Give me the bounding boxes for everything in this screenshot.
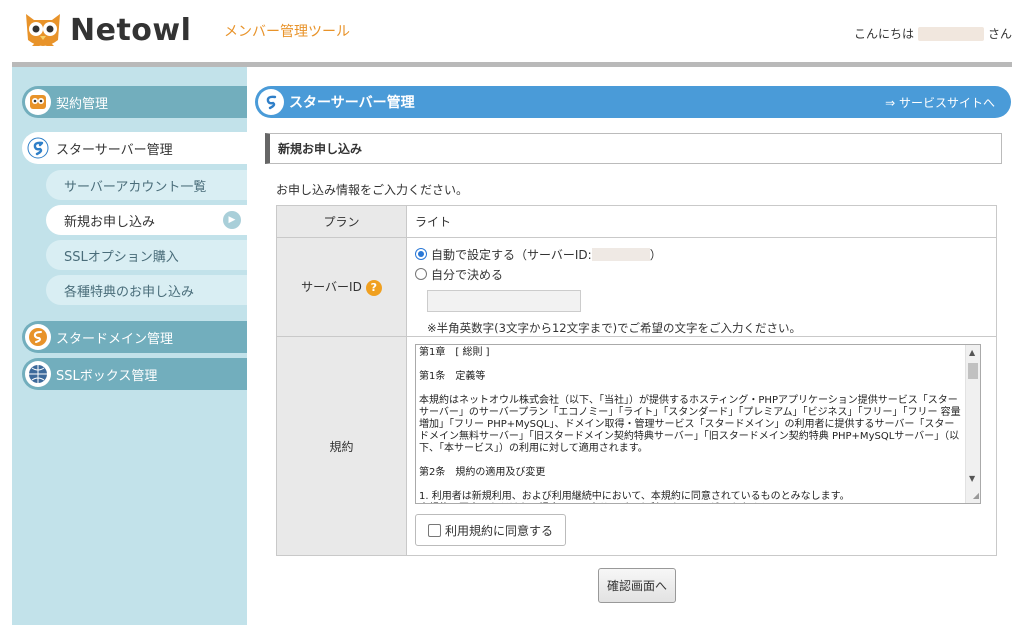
radio-auto-option[interactable]: 自動で設定する（サーバーID: ） — [415, 244, 988, 264]
arrow-right-icon: ▶ — [223, 211, 241, 229]
application-form: プラン ライト サーバーID? 自動で設定する（サーバーID: ） 自分で決める… — [276, 205, 997, 556]
server-id-cell: 自動で設定する（サーバーID: ） 自分で決める ※半角英数字(3文字から12文… — [406, 237, 997, 337]
server-id-label: サーバーID — [301, 280, 362, 295]
sidebar-item-contract[interactable]: 契約管理 — [22, 86, 247, 118]
sslbox-icon — [25, 361, 51, 387]
sidebar-item-stardomain[interactable]: スタードメイン管理 — [22, 321, 247, 353]
radio-manual[interactable] — [415, 268, 427, 280]
netowl-logo[interactable]: Netowl — [22, 10, 191, 50]
terms-paragraph: 1. 利用者は新規利用、および利用継続中において、本規約に同意されているものとみ… — [419, 491, 850, 502]
terms-textarea[interactable]: 第1章 [ 総則 ] 第1条 定義等 本規約はネットオウル株式会社（以下、「当社… — [415, 344, 981, 504]
plan-label: プラン — [276, 205, 407, 238]
user-greeting: こんにちは さん — [854, 25, 1012, 42]
radio-auto-label-end: ） — [649, 247, 662, 262]
terms-paragraph: 第1条 定義等 — [419, 371, 486, 382]
agree-label: 利用規約に同意する — [445, 523, 554, 538]
redacted-server-id — [591, 247, 650, 261]
radio-auto[interactable] — [415, 248, 427, 260]
server-id-row: サーバーID? 自動で設定する（サーバーID: ） 自分で決める ※半角英数字(… — [276, 237, 997, 337]
terms-paragraph: 第2条 規約の適用及び変更 — [419, 467, 546, 478]
terms-paragraph: 第1章 [ 総則 ] — [419, 347, 490, 358]
sidebar-subitem-server-accounts[interactable]: サーバーアカウント一覧 — [46, 170, 247, 200]
owl-logo-icon — [26, 14, 60, 46]
app-header: Netowl メンバー管理ツール こんにちは さん — [0, 0, 1024, 62]
starserver-icon — [25, 135, 51, 161]
terms-row: 規約 第1章 [ 総則 ] 第1条 定義等 本規約はネットオウル株式会社（以下、… — [276, 336, 997, 556]
sidebar-item-label: スタードメイン管理 — [56, 331, 174, 347]
section-title: 新規お申し込み — [265, 133, 1002, 164]
scroll-up-icon[interactable]: ▲ — [969, 347, 975, 359]
agree-terms-checkbox[interactable]: 利用規約に同意する — [415, 514, 567, 546]
sidebar-subitem-new-application[interactable]: 新規お申し込み ▶ — [46, 205, 247, 235]
server-id-input[interactable] — [427, 290, 581, 312]
terms-content: 第1章 [ 総則 ] 第1条 定義等 本規約はネットオウル株式会社（以下、「当社… — [419, 347, 964, 504]
page-header-bar: スターサーバー管理 ⇒ サービスサイトへ — [255, 86, 1011, 118]
server-id-header: サーバーID? — [276, 237, 407, 337]
server-id-note: ※半角英数字(3文字から12文字まで)でご希望の文字をご入力ください。 — [427, 321, 802, 335]
help-icon[interactable]: ? — [365, 279, 382, 296]
scroll-down-icon[interactable]: ▼ — [969, 473, 975, 485]
plan-row: プラン ライト — [276, 205, 997, 238]
starserver-icon — [258, 89, 284, 115]
radio-manual-option[interactable]: 自分で決める — [415, 264, 988, 284]
terms-paragraph — [419, 359, 964, 371]
sidebar-item-label: 契約管理 — [56, 96, 109, 112]
terms-paragraph — [419, 479, 964, 491]
sidebar-subitem-label: SSLオプション購入 — [64, 249, 179, 265]
terms-label: 規約 — [276, 336, 407, 556]
stardomain-icon — [25, 324, 51, 350]
radio-auto-label: 自動で設定する（サーバーID: — [431, 247, 592, 262]
greeting-suffix: さん — [987, 27, 1012, 41]
sidebar-subitem-label: 各種特典のお申し込み — [64, 284, 195, 300]
sidebar-subitem-label: 新規お申し込み — [64, 214, 156, 230]
page-title: スターサーバー管理 — [289, 95, 415, 111]
agree-checkbox[interactable] — [428, 523, 441, 537]
sidebar-subitem-benefits[interactable]: 各種特典のお申し込み — [46, 275, 247, 305]
service-site-link[interactable]: ⇒ サービスサイトへ — [885, 94, 995, 111]
confirm-button[interactable]: 確認画面へ — [598, 568, 676, 603]
terms-paragraph: 本規約はネットオウル株式会社（以下、「当社」）が提供するホスティング・PHPアプ… — [419, 395, 961, 454]
sidebar-item-label: SSLボックス管理 — [56, 368, 158, 384]
resize-handle-icon[interactable]: ◢ — [973, 490, 979, 502]
owl-icon — [25, 89, 51, 115]
intro-text: お申し込み情報をご入力ください。 — [276, 183, 469, 197]
radio-manual-label: 自分で決める — [431, 267, 504, 282]
terms-cell: 第1章 [ 総則 ] 第1条 定義等 本規約はネットオウル株式会社（以下、「当社… — [406, 336, 997, 556]
sidebar-subitem-ssl-option[interactable]: SSLオプション購入 — [46, 240, 247, 270]
sidebar-item-label: スターサーバー管理 — [56, 142, 173, 158]
greeting-prefix: こんにちは — [853, 27, 914, 41]
terms-paragraph — [419, 383, 964, 395]
terms-paragraph: 本規約に同意いただけない場合には、本サービスを利用することができません。 — [419, 503, 964, 504]
redacted-username — [917, 26, 984, 41]
terms-scrollbar[interactable]: ▲ ▼ — [965, 345, 980, 503]
sidebar-subitem-label: サーバーアカウント一覧 — [64, 179, 207, 195]
logo-text: Netowl — [70, 12, 192, 48]
tool-name: メンバー管理ツール — [224, 24, 350, 40]
terms-paragraph — [419, 455, 964, 467]
sidebar-item-sslbox[interactable]: SSLボックス管理 — [22, 358, 247, 390]
plan-value: ライト — [406, 205, 997, 238]
scroll-thumb[interactable] — [968, 363, 978, 379]
sidebar-item-starserver[interactable]: スターサーバー管理 — [22, 132, 247, 164]
